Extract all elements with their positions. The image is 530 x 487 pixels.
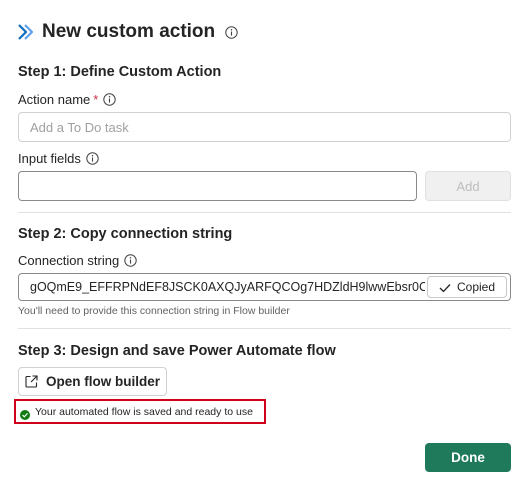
action-name-input[interactable] — [18, 112, 511, 142]
section-divider — [18, 328, 511, 329]
connection-string-value[interactable]: gOQmE9_EFFRPNdEF8JSCK0AXQJyARFQCOg7HDZld… — [19, 280, 425, 294]
info-icon[interactable] — [103, 93, 117, 106]
power-automate-chevrons-icon — [18, 23, 38, 41]
add-button[interactable]: Add — [425, 171, 511, 201]
info-icon[interactable] — [225, 25, 238, 39]
connection-string-label: Connection string — [18, 253, 137, 268]
checkmark-icon — [439, 282, 451, 293]
connection-string-label-text: Connection string — [18, 253, 120, 268]
step1-heading: Step 1: Define Custom Action — [18, 64, 222, 80]
done-button[interactable]: Done — [425, 443, 511, 472]
step3-heading: Step 3: Design and save Power Automate f… — [18, 343, 336, 359]
input-fields-label: Input fields — [18, 151, 99, 166]
success-check-circle-icon — [20, 407, 30, 420]
action-name-label: Action name * — [18, 92, 117, 107]
flow-status-text: Your automated flow is saved and ready t… — [35, 405, 253, 418]
open-flow-builder-button[interactable]: Open flow builder — [18, 367, 167, 396]
open-flow-builder-label: Open flow builder — [46, 374, 160, 389]
dialog-title: New custom action — [42, 21, 216, 42]
copy-button-label: Copied — [456, 280, 496, 294]
connection-string-field[interactable]: gOQmE9_EFFRPNdEF8JSCK0AXQJyARFQCOg7HDZld… — [18, 273, 511, 301]
required-marker: * — [93, 92, 99, 107]
action-name-label-text: Action name — [18, 92, 91, 107]
copy-button[interactable]: Copied — [427, 276, 507, 298]
input-fields-label-text: Input fields — [18, 151, 81, 166]
dialog-header: New custom action — [18, 20, 238, 44]
info-icon[interactable] — [124, 254, 137, 267]
info-icon[interactable] — [86, 152, 99, 165]
flow-status: Your automated flow is saved and ready t… — [14, 399, 266, 424]
connection-hint: You'll need to provide this connection s… — [18, 305, 290, 317]
step2-heading: Step 2: Copy connection string — [18, 226, 233, 242]
section-divider — [18, 212, 511, 213]
open-external-icon — [25, 375, 38, 388]
input-fields-input[interactable] — [18, 171, 417, 201]
